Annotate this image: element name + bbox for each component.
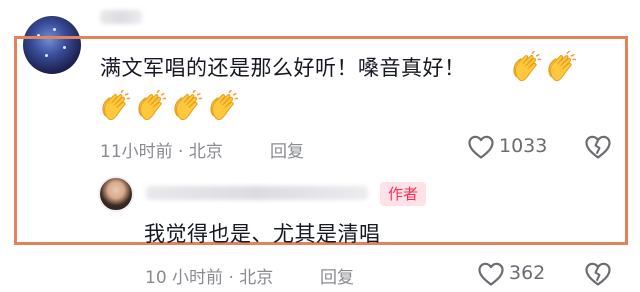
comment-time-location: 11小时前 · 北京: [100, 142, 223, 162]
clapping-hands-emoji: [207, 89, 239, 122]
commenter-name-blurred[interactable]: [100, 10, 142, 24]
clapping-hands-emoji: [545, 50, 577, 83]
reply-text: 我觉得也是、尤其是清唱: [144, 222, 381, 246]
clapping-hands-emoji: [99, 89, 131, 122]
comment-text: 满文军唱的还是那么好听！嗓音真好！: [100, 56, 466, 80]
reply-author-name-blurred[interactable]: [146, 186, 368, 200]
reply-like-count: 362: [509, 262, 546, 284]
heart-icon[interactable]: [477, 261, 505, 287]
reply-reply-button[interactable]: 回复: [320, 263, 354, 288]
clapping-hands-emoji: [135, 89, 167, 122]
reply-author-avatar[interactable]: [98, 176, 134, 212]
reply-time-location: 10 小时前 · 北京: [145, 268, 274, 288]
comment-reply-button[interactable]: 回复: [270, 137, 304, 162]
clapping-hands-emoji: [510, 50, 542, 83]
heart-icon[interactable]: [467, 134, 495, 160]
author-badge: 作者: [380, 182, 426, 206]
clapping-hands-emoji: [171, 89, 203, 122]
comment-like-count: 1033: [499, 135, 548, 157]
dislike-broken-heart-icon[interactable]: [584, 261, 612, 287]
dislike-broken-heart-icon[interactable]: [584, 134, 612, 160]
